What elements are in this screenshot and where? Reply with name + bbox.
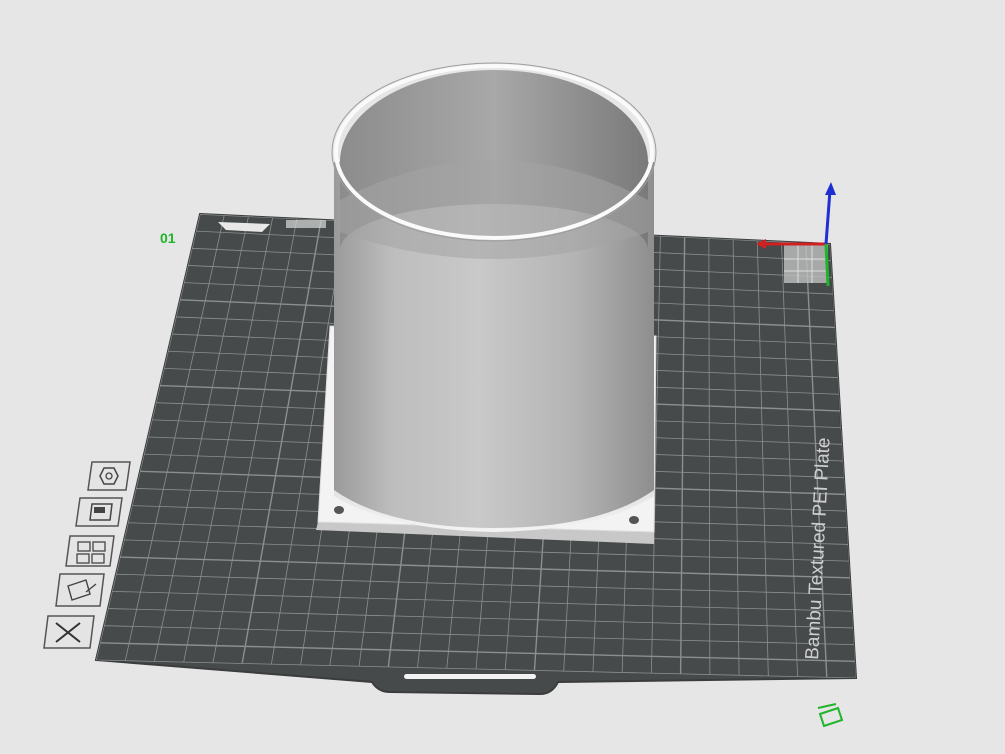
plate-info-mark xyxy=(286,220,326,228)
mounting-hole xyxy=(334,506,344,514)
delete-plate-button[interactable] xyxy=(43,615,95,649)
plate-handle[interactable] xyxy=(404,674,536,679)
3d-model[interactable] xyxy=(316,62,657,544)
plate-number[interactable]: 01 xyxy=(160,230,176,246)
z-axis-line xyxy=(824,189,832,245)
arrange-button[interactable] xyxy=(65,535,115,567)
3d-viewport[interactable]: Bambu Textured PEI Plate 01 xyxy=(0,0,1005,754)
plate-settings-button[interactable] xyxy=(75,497,123,527)
lock-plate-button[interactable] xyxy=(55,573,105,607)
mounting-hole xyxy=(629,516,639,524)
auto-orient-button[interactable] xyxy=(87,461,131,491)
lock-icon xyxy=(818,706,844,728)
plate-lock-indicator[interactable] xyxy=(817,703,844,728)
y-axis-line xyxy=(824,243,830,287)
